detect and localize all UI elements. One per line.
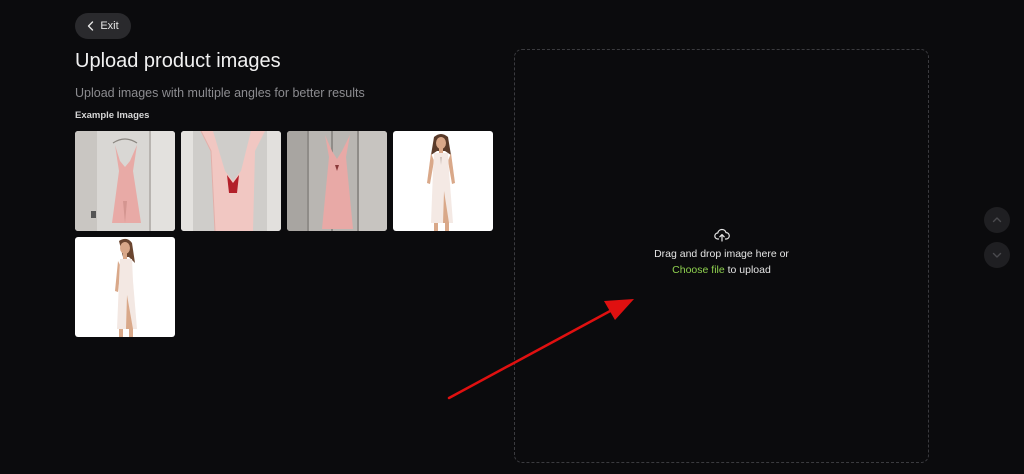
cloud-upload-icon [713,228,730,242]
upload-dropzone[interactable]: Drag and drop image here or Choose file … [514,49,929,463]
dropzone-instruction: Drag and drop image here or [654,248,789,260]
model-front-photo [393,131,493,231]
example-images-label: Example Images [75,110,150,121]
scroll-up-button[interactable] [984,207,1010,233]
example-image-5[interactable] [75,237,175,337]
example-image-3[interactable] [287,131,387,231]
choose-file-link[interactable]: Choose file [672,264,725,276]
page-subtitle: Upload images with multiple angles for b… [75,86,365,100]
dropzone-content: Drag and drop image here or Choose file … [515,228,928,278]
example-image-2[interactable] [181,131,281,231]
model-side-photo [75,237,175,337]
exit-button[interactable]: Exit [75,13,131,39]
chevron-down-icon [992,252,1002,258]
page-title: Upload product images [75,50,281,72]
pink-dress-on-hanger-photo [75,131,175,231]
scroll-down-button[interactable] [984,242,1010,268]
pink-dress-closeup-photo [181,131,281,231]
example-image-4[interactable] [393,131,493,231]
dropzone-choose-line: Choose file to upload [515,262,928,278]
upload-page: Exit Upload product images Upload images… [0,0,1024,474]
chevron-up-icon [992,217,1002,223]
example-image-1[interactable] [75,131,175,231]
pink-dress-on-wood-photo [287,131,387,231]
chevron-left-icon [88,21,94,31]
dropzone-upload-suffix: to upload [724,264,771,276]
exit-label: Exit [100,20,119,32]
example-images-grid [75,131,495,337]
